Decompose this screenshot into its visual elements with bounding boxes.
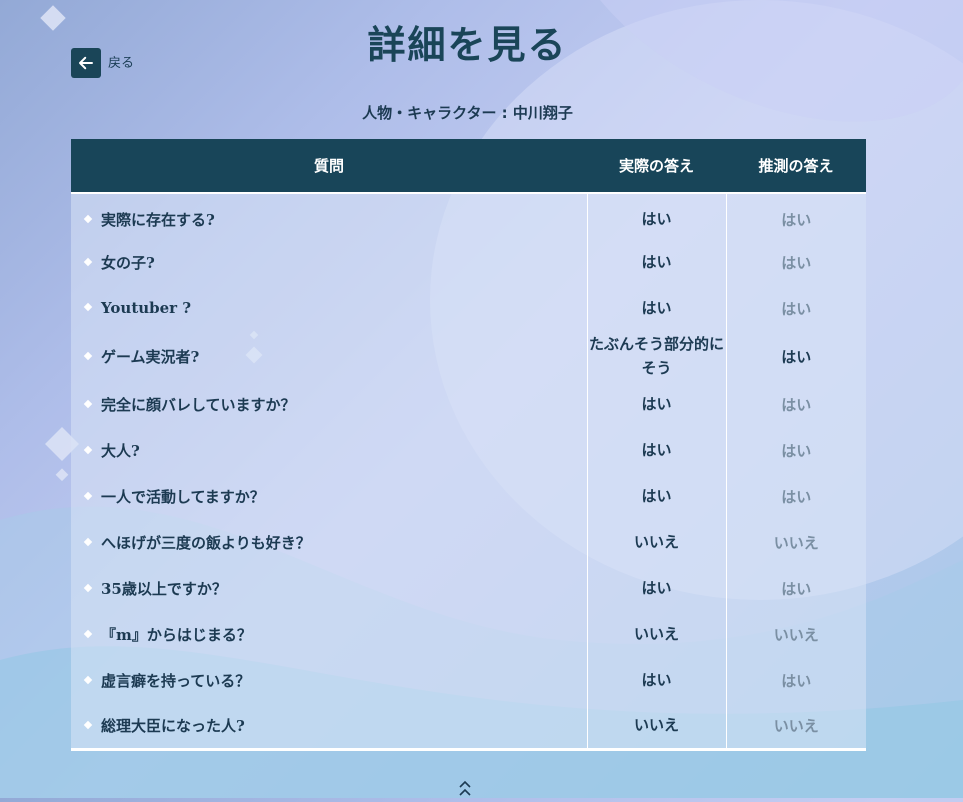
subject-label: 人物・キャラクター : 中川翔子 — [362, 104, 573, 122]
table-row: 実際に存在する? はい はい — [71, 193, 866, 239]
actual-answer-cell: いいえ — [586, 703, 726, 751]
actual-answer-cell: いいえ — [586, 519, 726, 565]
question-text: 虚言癖を持っている？ — [101, 671, 251, 690]
question-cell: 『m』からはじまる？ — [71, 611, 587, 657]
diamond-bullet-icon — [83, 583, 93, 592]
actual-answer-cell: はい — [586, 473, 726, 519]
diamond-bullet-icon — [83, 629, 93, 638]
table-header-row: 質問 実際の答え 推測の答え — [71, 139, 866, 194]
actual-answer-cell: はい — [586, 565, 726, 611]
table-row: 35歳以上ですか？ はい はい — [71, 565, 866, 611]
table-row: へほげが三度の飯よりも好き？ いいえ いいえ — [71, 519, 866, 565]
diamond-bullet-icon — [83, 720, 93, 729]
scroll-to-top-button[interactable] — [458, 778, 472, 798]
question-text: 実際に存在する? — [101, 210, 215, 229]
question-text: 総理大臣になった人? — [101, 716, 245, 735]
actual-answer-cell: はい — [586, 285, 726, 331]
table-row: 『m』からはじまる？ いいえ いいえ — [71, 611, 866, 657]
table-row: 大人? はい はい — [71, 427, 866, 473]
guessed-answer-cell: いいえ — [725, 611, 866, 657]
guessed-answer-cell: はい — [725, 239, 866, 285]
actual-answer-cell: いいえ — [586, 611, 726, 657]
table-row: 女の子? はい はい — [71, 239, 866, 285]
guessed-answer-cell: はい — [725, 381, 866, 427]
diamond-bullet-icon — [83, 491, 93, 500]
diamond-bullet-icon — [83, 537, 93, 546]
question-cell: 実際に存在する? — [71, 193, 587, 239]
actual-answer-cell: はい — [586, 427, 726, 473]
question-text: 一人で活動してますか？ — [101, 487, 265, 506]
guessed-answer-cell: はい — [725, 193, 866, 239]
question-text: 完全に顔バレしていますか？ — [101, 395, 296, 414]
table-row: Youtuber ? はい はい — [71, 285, 866, 331]
diamond-bullet-icon — [83, 675, 93, 684]
diamond-bullet-icon — [83, 302, 93, 312]
diamond-bullet-icon — [83, 445, 93, 454]
diamond-bullet-icon — [83, 351, 93, 360]
question-cell: へほげが三度の飯よりも好き？ — [71, 519, 587, 565]
column-header-guessed-answer: 推測の答え — [726, 139, 866, 194]
table-row: 総理大臣になった人? いいえ いいえ — [71, 703, 866, 751]
actual-answer-cell: はい — [586, 193, 726, 239]
table-row: 虚言癖を持っている？ はい はい — [71, 657, 866, 703]
qa-table: 質問 実際の答え 推測の答え 実際に存在する? はい はい 女の子? はい はい… — [71, 139, 866, 751]
actual-answer-cell: たぶんそう部分的にそう — [586, 331, 726, 381]
actual-answer-cell: はい — [586, 657, 726, 703]
question-text: 35歳以上ですか？ — [101, 579, 227, 598]
guessed-answer-cell: はい — [725, 285, 866, 331]
question-cell: Youtuber ? — [71, 285, 587, 331]
double-chevron-up-icon — [459, 780, 471, 796]
question-cell: ゲーム実況者? — [71, 331, 587, 381]
question-text: 女の子? — [101, 253, 155, 272]
question-text: ゲーム実況者? — [101, 347, 200, 366]
guessed-answer-cell: はい — [725, 473, 866, 519]
table-row: 一人で活動してますか？ はい はい — [71, 473, 866, 519]
question-text: 大人? — [101, 441, 140, 460]
guessed-answer-cell: はい — [725, 331, 866, 381]
diamond-bullet-icon — [83, 214, 93, 223]
guessed-answer-cell: はい — [725, 427, 866, 473]
question-text: 『m』からはじまる？ — [101, 625, 252, 644]
question-cell: 虚言癖を持っている？ — [71, 657, 587, 703]
question-cell: 35歳以上ですか？ — [71, 565, 587, 611]
guessed-answer-cell: いいえ — [725, 519, 866, 565]
question-cell: 一人で活動してますか？ — [71, 473, 587, 519]
question-cell: 完全に顔バレしていますか？ — [71, 381, 587, 427]
question-cell: 女の子? — [71, 239, 587, 285]
column-header-question: 質問 — [71, 139, 587, 194]
diamond-bullet-icon — [83, 399, 93, 408]
page-title: 詳細を見る — [367, 23, 568, 67]
column-header-actual-answer: 実際の答え — [587, 139, 726, 194]
table-row: ゲーム実況者? たぶんそう部分的にそう はい — [71, 331, 866, 381]
question-cell: 総理大臣になった人? — [71, 703, 587, 751]
actual-answer-cell: はい — [586, 381, 726, 427]
question-text: Youtuber ? — [101, 299, 192, 317]
guessed-answer-cell: はい — [725, 657, 866, 703]
diamond-bullet-icon — [83, 257, 93, 266]
actual-answer-cell: はい — [586, 239, 726, 285]
guessed-answer-cell: はい — [725, 565, 866, 611]
table-row: 完全に顔バレしていますか？ はい はい — [71, 381, 866, 427]
question-text: へほげが三度の飯よりも好き？ — [101, 533, 311, 552]
guessed-answer-cell: いいえ — [725, 703, 866, 751]
question-cell: 大人? — [71, 427, 587, 473]
